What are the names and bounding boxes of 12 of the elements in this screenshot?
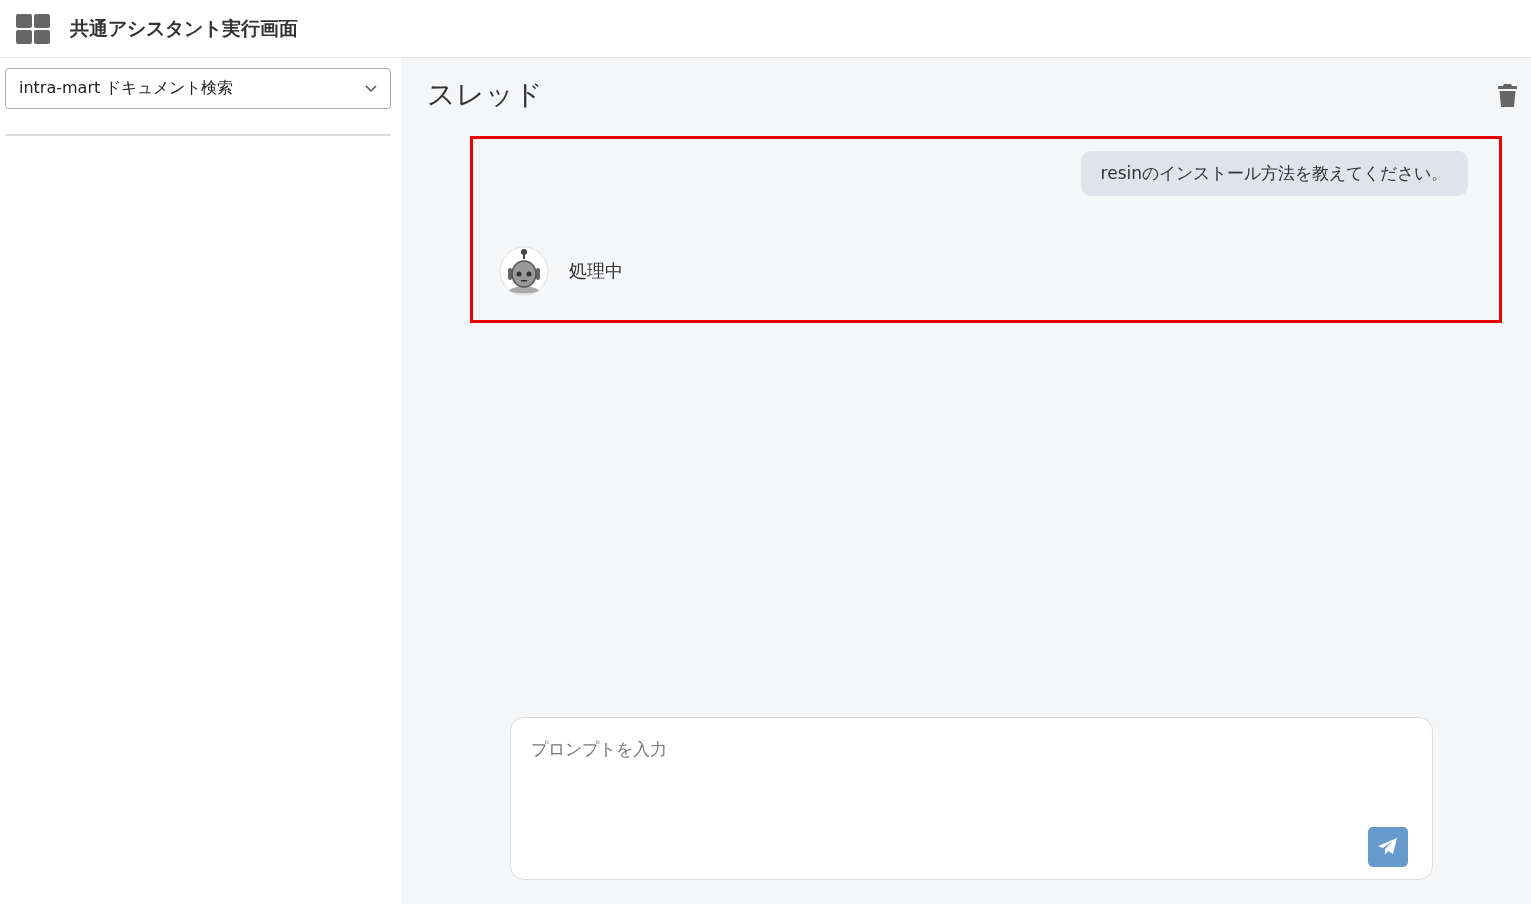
paper-plane-icon bbox=[1378, 838, 1398, 856]
trash-icon[interactable] bbox=[1498, 83, 1517, 107]
user-message: resinのインストール方法を教えてください。 bbox=[1080, 151, 1468, 196]
send-button[interactable] bbox=[1368, 827, 1408, 867]
chevron-down-icon bbox=[365, 84, 377, 93]
bot-message: 処理中 bbox=[569, 259, 623, 283]
thread-title: スレッド bbox=[427, 77, 543, 113]
grid-icon[interactable] bbox=[16, 13, 50, 44]
app-title: 共通アシスタント実行画面 bbox=[70, 15, 298, 41]
robot-avatar-icon bbox=[499, 246, 549, 296]
prompt-field[interactable]: プロンプトを入力 bbox=[510, 717, 1433, 880]
assistant-select[interactable]: intra-mart ドキュメント検索 bbox=[5, 68, 391, 109]
